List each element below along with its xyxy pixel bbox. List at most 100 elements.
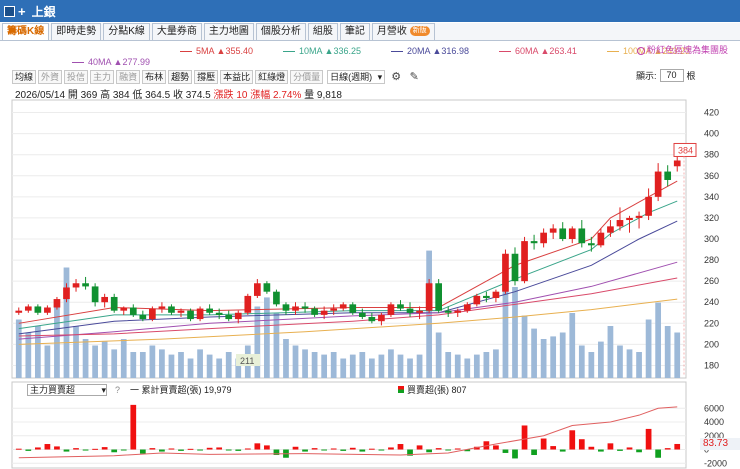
help-icon[interactable]: ? [115,385,120,395]
quote-low: 364.5 [145,90,171,101]
candle-body [473,295,481,305]
volume-bar [292,345,299,378]
volume-bar [225,352,232,378]
gear-icon[interactable]: ⚙ [389,70,403,84]
toolbar-button-8[interactable]: 本益比 [220,69,254,84]
volume-bar [139,352,146,378]
net-bar [235,449,242,451]
candle-body [406,308,414,313]
net-bar [311,448,318,450]
ma-legend-60ma: 60MA ▲263.41 [498,46,577,56]
candle-body [282,304,290,311]
ma-legend-20ma: 20MA ▲316.98 [390,46,469,56]
quote-close: 374.5 [185,90,211,101]
toolbar-button-4[interactable]: 融資 [116,69,141,84]
candle-body [273,291,280,305]
volume-flag-label: 211 [240,356,254,366]
window-title: 上銀 [31,4,56,19]
net-bar [330,448,337,450]
candle-body [34,306,42,313]
toolbar-button-3[interactable]: 主力 [90,69,115,84]
candle-body [177,310,185,313]
toolbar-button-0[interactable]: 均線 [12,69,37,84]
indicator-select[interactable]: 主力買賣超 ▾ [27,384,107,396]
toolbar-button-5[interactable]: 布林 [142,69,167,84]
candle-body [149,308,156,320]
net-bar [254,443,261,450]
net-bar [244,448,251,450]
price-tick-label: 180 [704,360,719,370]
candle-body [540,232,547,244]
net-bar [502,449,509,453]
volume-bar [531,328,537,378]
price-tick-label: 240 [704,297,719,307]
candle-body [387,304,395,315]
price-chart-frame [11,99,687,379]
candle-body [664,171,672,180]
volume-bar [550,336,557,378]
toolbar-button-6[interactable]: 趨勢 [168,69,193,84]
tab-7[interactable]: 筆記 [339,23,370,40]
tab-6[interactable]: 組股 [307,23,338,40]
candle-body [368,316,376,322]
toolbar-button-9[interactable]: 紅綠燈 [255,69,289,84]
net-bar [598,449,604,452]
ma40-line [18,261,678,340]
toolbar-button-10[interactable]: 分價量 [290,69,324,84]
candle-body [254,283,261,296]
net-bar [82,449,89,451]
toolbar-button-1[interactable]: 外資 [38,69,63,84]
display-count-input[interactable]: 70 [659,69,684,82]
quote-pct: 2.74% [273,90,302,101]
candle-body [168,306,175,313]
tab-5[interactable]: 個股分析 [255,23,306,40]
net-bar [130,404,137,450]
net-bar [216,447,223,450]
net-bar [15,448,22,450]
candle-body [483,295,490,299]
tab-label: 月營收 [376,26,407,37]
volume-bar [178,352,184,378]
net-bar [340,449,347,451]
volume-bar [512,287,518,378]
chart-toolbar: 均線 外資 投信 主力 融資 布林 趨勢 撐壓 本益比 紅綠燈 分價量 日線(週期) ▾ ⚙ ✎ [12,69,421,84]
tab-1[interactable]: 即時走勢 [51,23,102,40]
price-tick-label: 220 [704,318,719,328]
display-count: 顯示: 70 根 [636,69,696,82]
volume-bar [388,349,394,378]
pen-icon[interactable]: ✎ [407,70,421,84]
toolbar-button-7[interactable]: 撐壓 [194,69,219,84]
tab-bar: 籌碼K線 即時走勢 分點K線 大量券商 主力地圖 個股分析 組股 筆記 月營收 新版 [0,23,740,41]
net-bar [378,449,385,451]
net-bar [273,449,280,456]
add-icon[interactable]: + [18,5,26,18]
period-select[interactable]: 日線(週期) ▾ [327,69,386,84]
candle-body [339,304,347,309]
quote-date: 2026/05/14 [15,90,66,101]
ma100-line [18,298,678,345]
net-bar [101,447,108,450]
tab-2[interactable]: 分點K線 [103,23,150,40]
candle-body [53,299,61,308]
net-bar [197,449,203,451]
candle-body [626,217,633,221]
volume-bar [187,358,194,378]
candle-body [416,310,423,313]
volume-bar [159,349,165,378]
volume-bar [626,349,633,378]
tab-8[interactable]: 月營收 新版 [371,23,435,40]
tab-4[interactable]: 主力地圖 [203,23,254,40]
ma-line-icon [390,51,403,53]
tab-0[interactable]: 籌碼K線 [2,23,50,40]
volume-bar [73,326,79,378]
candle-body [607,226,614,233]
volume-bar [340,358,347,378]
candle-body [444,310,452,313]
net-bar [426,449,432,453]
volume-bar [44,345,51,378]
net-bar [550,446,557,450]
toolbar-button-2[interactable]: 投信 [64,69,89,84]
tab-3[interactable]: 大量券商 [151,23,202,40]
candle-body [378,314,385,322]
volume-bar [397,354,404,378]
